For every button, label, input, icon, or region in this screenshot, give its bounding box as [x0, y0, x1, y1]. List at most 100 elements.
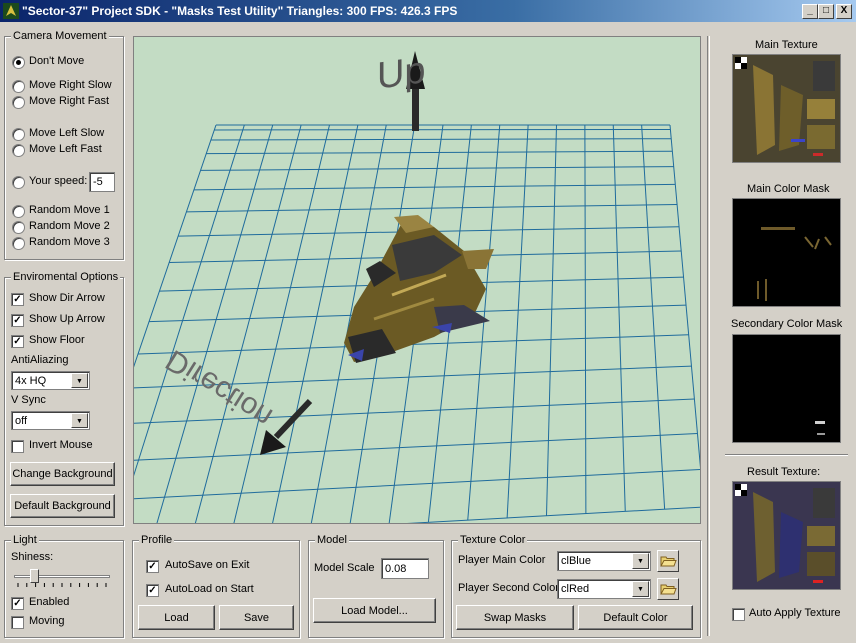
label-move-right-fast[interactable]: Move Right Fast	[29, 95, 109, 107]
grid-line	[134, 469, 700, 500]
radio-move-right-fast[interactable]	[12, 96, 25, 109]
show-floor-checkbox[interactable]: ✓	[11, 335, 24, 348]
radio-random-move-1[interactable]	[12, 205, 25, 218]
open-folder-icon[interactable]	[657, 578, 679, 600]
app-icon	[3, 3, 19, 19]
maximize-button[interactable]: □	[818, 4, 834, 19]
radio-random-move-3[interactable]	[12, 237, 25, 250]
player-second-color-value: clRed	[561, 583, 590, 595]
show-dir-arrow-label[interactable]: Show Dir Arrow	[29, 292, 105, 304]
player-main-color-value: clBlue	[561, 555, 591, 567]
player-second-color-select[interactable]: clRed ▼	[557, 579, 651, 599]
default-color-button[interactable]: Default Color	[578, 605, 693, 630]
invert-mouse-checkbox[interactable]	[11, 440, 24, 453]
grid-line	[134, 124, 245, 477]
load-button[interactable]: Load	[138, 605, 215, 630]
moving-checkbox[interactable]	[11, 616, 24, 629]
texture-color-legend: Texture Color	[458, 534, 528, 546]
ship-model	[344, 215, 494, 363]
swap-masks-button[interactable]: Swap Masks	[456, 605, 574, 630]
label-random-move-1[interactable]: Random Move 1	[29, 204, 110, 216]
enabled-label[interactable]: Enabled	[29, 596, 69, 608]
moving-label[interactable]: Moving	[29, 615, 64, 627]
antialiazing-select[interactable]: 4x HQ ▼	[11, 371, 90, 390]
enabled-checkbox[interactable]: ✓	[11, 597, 24, 610]
model-group: Model	[308, 534, 444, 638]
radio-move-left-slow[interactable]	[12, 128, 25, 141]
grid-line	[669, 124, 700, 468]
chevron-down-icon[interactable]: ▼	[71, 413, 88, 428]
load-model-button[interactable]: Load Model...	[313, 598, 436, 623]
label-random-move-2[interactable]: Random Move 2	[29, 220, 110, 232]
label-move-right-slow[interactable]: Move Right Slow	[29, 79, 112, 91]
grid-line	[194, 124, 302, 523]
label-dont-move[interactable]: Don't Move	[29, 55, 84, 67]
radio-random-move-2[interactable]	[12, 221, 25, 234]
direction-label: Direction	[160, 343, 278, 434]
grid-line	[210, 138, 672, 141]
grid-line	[546, 124, 557, 516]
show-up-arrow-checkbox[interactable]: ✓	[11, 314, 24, 327]
show-up-arrow-label[interactable]: Show Up Arrow	[29, 313, 105, 325]
chevron-down-icon[interactable]: ▼	[632, 581, 649, 597]
secondary-color-mask-image	[733, 335, 840, 442]
radio-your-speed[interactable]	[12, 176, 25, 189]
light-legend: Light	[11, 534, 39, 546]
3d-viewport[interactable]: Up Direction	[133, 36, 701, 524]
grid-line	[506, 124, 529, 518]
auto-apply-texture-checkbox[interactable]	[732, 608, 745, 621]
show-floor-label[interactable]: Show Floor	[29, 334, 85, 346]
default-background-button[interactable]: Default Background	[10, 494, 115, 518]
splitter	[707, 36, 708, 636]
auto-apply-texture-label[interactable]: Auto Apply Texture	[749, 607, 841, 619]
title-bar[interactable]: "Sector-37" Project SDK - "Masks Test Ut…	[0, 0, 856, 22]
grid-line	[612, 124, 626, 512]
open-folder-icon[interactable]	[657, 550, 679, 572]
window-title: "Sector-37" Project SDK - "Masks Test Ut…	[22, 4, 458, 18]
chevron-down-icon[interactable]: ▼	[632, 553, 649, 569]
vsync-select[interactable]: off ▼	[11, 411, 90, 430]
autoload-checkbox[interactable]: ✓	[146, 584, 159, 597]
main-color-mask-label: Main Color Mask	[747, 183, 830, 195]
shininess-label: Shiness:	[11, 551, 54, 563]
autoload-label[interactable]: AutoLoad on Start	[165, 583, 254, 595]
slider-ticks	[17, 583, 107, 587]
player-main-color-label: Player Main Color	[458, 554, 546, 566]
model-scale-input[interactable]	[381, 558, 429, 579]
label-move-left-fast[interactable]: Move Left Fast	[29, 143, 102, 155]
label-move-left-slow[interactable]: Move Left Slow	[29, 127, 104, 139]
vsync-value: off	[15, 415, 28, 427]
player-main-color-select[interactable]: clBlue ▼	[557, 551, 651, 571]
close-button[interactable]: X	[836, 4, 852, 19]
shininess-slider[interactable]	[14, 566, 110, 588]
autosave-checkbox[interactable]: ✓	[146, 560, 159, 573]
chevron-down-icon[interactable]: ▼	[71, 373, 88, 388]
grid-line	[134, 124, 217, 368]
label-your-speed[interactable]: Your speed:	[29, 175, 87, 187]
label-random-move-3[interactable]: Random Move 3	[29, 236, 110, 248]
change-background-button[interactable]: Change Background	[10, 462, 115, 486]
save-button[interactable]: Save	[219, 605, 294, 630]
grid-line	[406, 506, 700, 523]
show-dir-arrow-checkbox[interactable]: ✓	[11, 293, 24, 306]
secondary-color-mask-preview[interactable]	[732, 334, 841, 443]
minimize-button[interactable]: _	[802, 4, 818, 19]
main-texture-preview[interactable]	[732, 54, 841, 163]
result-texture-preview[interactable]	[732, 481, 841, 590]
scene-canvas: Up Direction	[134, 48, 700, 523]
autosave-label[interactable]: AutoSave on Exit	[165, 559, 249, 571]
radio-move-right-slow[interactable]	[12, 80, 25, 93]
result-texture-label: Result Texture:	[747, 466, 821, 478]
slider-track	[14, 575, 110, 578]
right-separator-highlight	[725, 455, 848, 456]
camera-movement-legend: Camera Movement	[11, 30, 109, 42]
speed-input[interactable]	[89, 172, 115, 192]
slider-thumb[interactable]	[29, 569, 39, 583]
radio-dont-move[interactable]	[12, 56, 25, 69]
grid-line	[156, 124, 274, 523]
main-color-mask-preview[interactable]	[732, 198, 841, 307]
grid-line	[641, 124, 666, 510]
radio-move-left-fast[interactable]	[12, 144, 25, 157]
splitter-highlight	[709, 36, 710, 636]
invert-mouse-label[interactable]: Invert Mouse	[29, 439, 93, 451]
